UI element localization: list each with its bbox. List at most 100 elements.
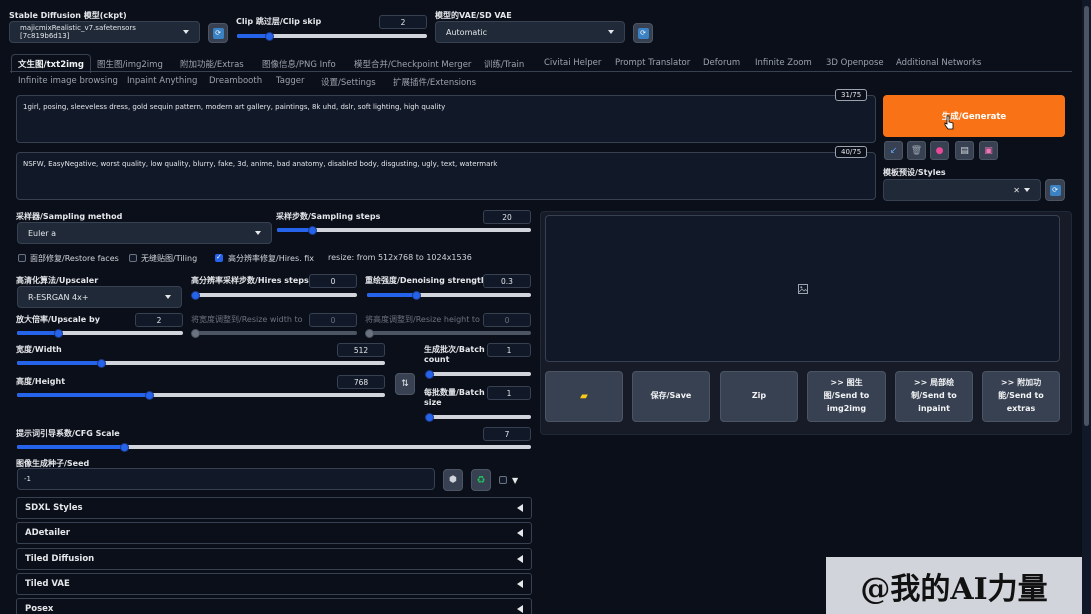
slider-thumb[interactable]: [120, 442, 130, 452]
restore-faces-checkbox[interactable]: [18, 254, 26, 262]
refresh-ckpt-button[interactable]: ⟳: [208, 23, 228, 43]
tiling-checkbox[interactable]: [129, 254, 137, 262]
send-to-extras-button[interactable]: >> 附加功 能/Send to extras: [982, 371, 1060, 422]
zip-button[interactable]: Zip: [720, 371, 798, 422]
slider-thumb[interactable]: [144, 390, 154, 400]
tab-8[interactable]: Deforum: [703, 58, 740, 68]
save-button[interactable]: 保存/Save: [632, 371, 710, 422]
slider-thumb[interactable]: [97, 358, 107, 368]
denoise-slider[interactable]: [367, 290, 531, 300]
tab-10[interactable]: 3D Openpose: [826, 58, 884, 68]
tab-7[interactable]: Prompt Translator: [615, 58, 690, 68]
batch-count-slider[interactable]: [424, 369, 531, 379]
batch-count-input[interactable]: 1: [487, 343, 531, 357]
reuse-seed-button[interactable]: ♻: [471, 469, 491, 491]
slider-thumb[interactable]: [411, 290, 421, 300]
tab-6[interactable]: Civitai Helper: [544, 58, 601, 68]
tab-ext-4[interactable]: 设置/Settings: [321, 76, 376, 88]
send-to-inpaint-button[interactable]: >> 局部绘 制/Send to inpaint: [895, 371, 973, 422]
btn-line: >> 局部绘: [913, 378, 955, 388]
tab-ext-3[interactable]: Tagger: [276, 76, 305, 86]
width-input[interactable]: 512: [337, 343, 385, 357]
batch-size-input[interactable]: 1: [487, 386, 531, 400]
upscaler-dropdown[interactable]: R-ESRGAN 4x+: [17, 286, 182, 308]
save-style-button[interactable]: ▣: [979, 141, 998, 160]
swap-dimensions-button[interactable]: ⇅: [395, 373, 415, 395]
accordion-adetailer[interactable]: ADetailer: [16, 522, 532, 544]
width-slider[interactable]: [17, 358, 385, 368]
tab-5[interactable]: 训练/Train: [484, 58, 524, 70]
upscale-by-slider[interactable]: [17, 328, 183, 338]
ckpt-dropdown[interactable]: majicmixRealistic_v7.safetensors [7c819b…: [9, 21, 200, 43]
show-extra-networks-button[interactable]: ●: [930, 141, 949, 160]
slider-thumb[interactable]: [364, 328, 374, 338]
triangle-left-icon: [517, 605, 523, 613]
prompt-textarea[interactable]: 1girl, posing, sleeveless dress, gold se…: [16, 95, 876, 143]
slider-thumb[interactable]: [308, 225, 318, 235]
apply-style-button[interactable]: ▤: [955, 141, 974, 160]
tab-ext-2[interactable]: Dreambooth: [209, 76, 262, 86]
slider-thumb[interactable]: [190, 290, 200, 300]
slider-thumb[interactable]: [264, 31, 274, 41]
seed-input[interactable]: -1: [17, 468, 435, 490]
read-params-button[interactable]: ↙: [884, 141, 903, 160]
resize-height-slider[interactable]: [364, 328, 531, 338]
upscale-by-input[interactable]: 2: [135, 313, 183, 327]
scrollbar-thumb[interactable]: [1084, 6, 1089, 426]
hires-fix-checkbox[interactable]: [215, 253, 223, 262]
accordion-posex[interactable]: Posex: [16, 598, 532, 614]
resize-width-slider[interactable]: [190, 328, 357, 338]
hires-steps-label: 高分辨率采样步数/Hires steps: [191, 276, 309, 285]
refresh-vae-button[interactable]: ⟳: [633, 23, 653, 43]
height-label: 高度/Height: [16, 377, 66, 386]
clip-skip-input[interactable]: 2: [379, 15, 427, 29]
tab-11[interactable]: Additional Networks: [896, 58, 981, 68]
refresh-styles-button[interactable]: ⟳: [1045, 179, 1065, 201]
open-folder-button[interactable]: ▰: [545, 371, 623, 422]
hires-steps-input[interactable]: 0: [309, 274, 357, 288]
accordion-sdxl-styles[interactable]: SDXL Styles: [16, 497, 532, 519]
resize-height-input[interactable]: 0: [483, 313, 531, 327]
tab-3[interactable]: 图像信息/PNG Info: [262, 58, 336, 70]
image-output[interactable]: [545, 215, 1060, 362]
slider-thumb[interactable]: [54, 328, 63, 338]
dropdown-triangle-icon[interactable]: ▼: [512, 476, 518, 485]
accordion-tiled-diffusion[interactable]: Tiled Diffusion: [16, 548, 532, 570]
random-seed-button[interactable]: ⬢: [443, 469, 463, 491]
resize-width-input[interactable]: 0: [309, 313, 357, 327]
tab-9[interactable]: Infinite Zoom: [755, 58, 812, 68]
height-input[interactable]: 768: [337, 375, 385, 389]
vae-dropdown[interactable]: Automatic: [435, 21, 625, 43]
cfg-input[interactable]: 7: [483, 427, 531, 441]
tab-1[interactable]: 图生图/img2img: [97, 58, 163, 70]
accordion-tiled-vae[interactable]: Tiled VAE: [16, 573, 532, 595]
clear-icon[interactable]: ✕: [1013, 186, 1020, 195]
scrollbar[interactable]: [1082, 0, 1091, 614]
clip-skip-slider[interactable]: [237, 31, 427, 41]
extra-networks-icon: ●: [935, 145, 944, 156]
steps-input[interactable]: 20: [483, 210, 531, 224]
hires-steps-slider[interactable]: [190, 290, 357, 300]
tab-ext-5[interactable]: 扩展插件/Extensions: [393, 76, 476, 88]
send-to-img2img-button[interactable]: >> 图生 图/Send to img2img: [807, 371, 886, 422]
tab-4[interactable]: 模型合并/Checkpoint Merger: [354, 58, 471, 70]
steps-slider[interactable]: [277, 225, 531, 235]
cfg-slider[interactable]: [17, 442, 531, 452]
slider-thumb[interactable]: [190, 328, 200, 338]
clear-prompt-button[interactable]: 🗑: [907, 141, 926, 160]
vae-value: Automatic: [446, 27, 488, 37]
batch-size-slider[interactable]: [424, 412, 531, 422]
negative-prompt-textarea[interactable]: NSFW, EasyNegative, worst quality, low q…: [16, 152, 876, 200]
chevron-down-icon: [1024, 188, 1030, 192]
tab-ext-0[interactable]: Infinite image browsing: [18, 76, 118, 86]
slider-thumb[interactable]: [424, 412, 434, 422]
height-slider[interactable]: [17, 390, 385, 400]
styles-dropdown[interactable]: ✕: [883, 179, 1041, 201]
tab-ext-1[interactable]: Inpaint Anything: [127, 76, 197, 86]
generate-button[interactable]: 生成/Generate: [883, 95, 1065, 137]
extra-seed-checkbox[interactable]: [499, 476, 507, 484]
sampler-dropdown[interactable]: Euler a: [17, 222, 272, 244]
denoise-input[interactable]: 0.3: [483, 274, 531, 288]
slider-thumb[interactable]: [424, 369, 434, 379]
tab-2[interactable]: 附加功能/Extras: [180, 58, 244, 70]
